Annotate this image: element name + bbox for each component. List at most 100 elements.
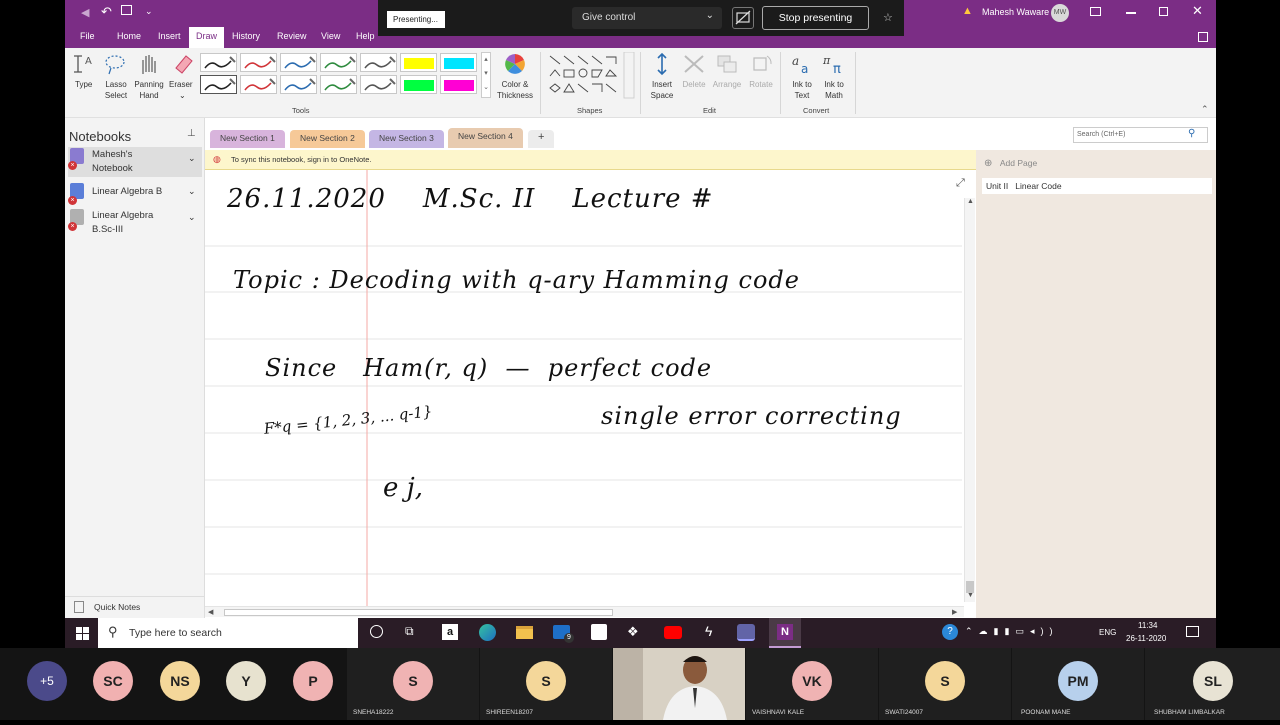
avatar[interactable]: P bbox=[293, 661, 333, 701]
scroll-right-icon[interactable]: ▶ bbox=[952, 608, 957, 616]
pen-10[interactable] bbox=[360, 75, 397, 94]
language-indicator[interactable]: ENG bbox=[1099, 628, 1116, 637]
participant-tile[interactable]: S SHIREEN18207 bbox=[480, 648, 612, 720]
eraser-dropdown-icon[interactable]: ⌄ bbox=[179, 90, 186, 101]
eraser-tool[interactable]: Eraser ⌄ bbox=[168, 52, 198, 104]
presenter-video[interactable] bbox=[613, 648, 745, 720]
dropbox-icon[interactable]: ❖ bbox=[627, 624, 639, 640]
highlighter-3[interactable] bbox=[400, 75, 437, 94]
stop-presenting-button[interactable]: Stop presenting bbox=[762, 6, 869, 30]
insert-space-button[interactable]: Insert Space bbox=[646, 52, 678, 104]
teams-icon[interactable] bbox=[737, 624, 755, 641]
color-thickness-button[interactable]: Color & Thickness bbox=[495, 52, 535, 104]
highlighter-1[interactable] bbox=[400, 53, 437, 72]
tab-new-section-1[interactable]: New Section 1 bbox=[210, 130, 285, 148]
tab-new-section-4[interactable]: New Section 4 bbox=[448, 128, 523, 148]
restore-icon[interactable] bbox=[1159, 7, 1168, 16]
avatar[interactable]: SC bbox=[93, 661, 133, 701]
sync-message[interactable]: To sync this notebook, sign in to OneNot… bbox=[231, 155, 372, 164]
menu-review[interactable]: Review bbox=[277, 31, 307, 41]
pin-pane-icon[interactable]: ⊥ bbox=[187, 128, 196, 139]
participant-tile[interactable]: S SWATI24007 bbox=[879, 648, 1011, 720]
screen-clip-icon[interactable] bbox=[121, 5, 132, 15]
avatar[interactable]: MW bbox=[1051, 4, 1069, 22]
notifications-icon[interactable] bbox=[1186, 626, 1199, 637]
chevron-down-icon[interactable]: ⌄ bbox=[188, 184, 196, 198]
participant-tile[interactable]: SL SHUBHAM LIMBALKAR bbox=[1145, 648, 1280, 720]
ink-to-text-button[interactable]: aa Ink to Text bbox=[786, 52, 818, 104]
taskbar-search-box[interactable]: ⚲ Type here to search bbox=[98, 618, 358, 648]
app-icon[interactable]: ϟ bbox=[705, 623, 712, 639]
minimize-icon[interactable] bbox=[1126, 12, 1136, 14]
horizontal-scrollbar[interactable]: ◀ ▶ bbox=[205, 606, 964, 617]
avatar[interactable]: Y bbox=[226, 661, 266, 701]
panning-hand-tool[interactable]: Panning Hand bbox=[132, 52, 166, 104]
menu-insert[interactable]: Insert bbox=[158, 31, 181, 41]
collapse-ribbon-icon[interactable]: ⌃ bbox=[1201, 104, 1209, 115]
back-icon[interactable]: ◀ bbox=[81, 6, 89, 19]
highlighter-2[interactable] bbox=[440, 53, 477, 72]
pen-4[interactable] bbox=[320, 53, 357, 72]
pen-1[interactable] bbox=[200, 53, 237, 72]
participant-tile[interactable]: VK VAISHNAVI KALE bbox=[746, 648, 878, 720]
menu-file[interactable]: File bbox=[80, 31, 95, 41]
menu-draw[interactable]: Draw bbox=[189, 27, 225, 48]
tab-new-section-2[interactable]: New Section 2 bbox=[290, 130, 365, 148]
highlighter-4[interactable] bbox=[440, 75, 477, 94]
display-options-icon[interactable] bbox=[1090, 7, 1101, 16]
cortana-icon[interactable] bbox=[370, 625, 383, 638]
add-page-button[interactable]: ⊕ Add Page bbox=[984, 153, 1037, 169]
notebook-item-linear-algebra-bsc[interactable]: × Linear Algebra B.Sc-III ⌄ bbox=[68, 208, 202, 238]
page-canvas[interactable]: 26.11.2020 M.Sc. II Lecture # Topic : De… bbox=[205, 170, 976, 618]
more-participants-button[interactable]: +5 bbox=[27, 661, 67, 701]
search-input[interactable]: Search (Ctrl+E) bbox=[1077, 131, 1125, 138]
shapes-gallery[interactable] bbox=[546, 51, 636, 100]
page-item[interactable]: Unit II Linear Code bbox=[982, 178, 1212, 194]
store-icon[interactable] bbox=[591, 624, 607, 640]
quick-access-dropdown-icon[interactable]: ⌄ bbox=[145, 6, 153, 17]
menu-view[interactable]: View bbox=[321, 31, 340, 41]
ink-to-math-button[interactable]: ππ Ink to Math bbox=[818, 52, 850, 104]
give-control-dropdown[interactable]: Give control ⌄ bbox=[572, 7, 722, 29]
pen-5[interactable] bbox=[360, 53, 397, 72]
youtube-icon[interactable] bbox=[664, 626, 682, 639]
undo-icon[interactable]: ↶ bbox=[101, 4, 112, 20]
tab-new-section-3[interactable]: New Section 3 bbox=[369, 130, 444, 148]
arrange-button[interactable]: Arrange bbox=[710, 52, 744, 104]
menu-history[interactable]: History bbox=[232, 31, 260, 41]
vertical-scrollbar[interactable]: ▲ ▼ bbox=[964, 198, 975, 602]
search-box[interactable]: Search (Ctrl+E) ⚲ bbox=[1073, 127, 1208, 143]
participant-tile[interactable]: S SNEHA18222 bbox=[347, 648, 479, 720]
pen-7[interactable] bbox=[240, 75, 277, 94]
add-section-button[interactable]: + bbox=[528, 130, 555, 148]
windows-start-icon[interactable] bbox=[76, 627, 89, 640]
file-explorer-icon[interactable] bbox=[516, 626, 533, 639]
screen-share-icon[interactable] bbox=[732, 7, 754, 29]
task-view-icon[interactable]: ⧉ bbox=[405, 624, 414, 639]
chevron-down-icon[interactable]: ⌄ bbox=[188, 210, 196, 224]
delete-button[interactable]: Delete bbox=[679, 52, 709, 104]
scroll-down-icon[interactable]: ▼ bbox=[967, 592, 974, 599]
avatar[interactable]: NS bbox=[160, 661, 200, 701]
quick-notes[interactable]: Quick Notes bbox=[65, 596, 204, 616]
pin-icon[interactable]: ☆ bbox=[883, 11, 893, 24]
notebook-item-linear-algebra-b[interactable]: × Linear Algebra B ⌄ bbox=[68, 182, 202, 205]
taskbar-search-input[interactable]: Type here to search bbox=[129, 627, 222, 639]
menu-help[interactable]: Help bbox=[356, 31, 375, 41]
tray-icons[interactable]: ⌃☁▮▮▭◂)) bbox=[965, 626, 1058, 637]
type-tool[interactable]: A Type bbox=[72, 52, 100, 92]
close-icon[interactable]: ✕ bbox=[1192, 3, 1203, 19]
clock-time[interactable]: 11:34 bbox=[1138, 621, 1157, 630]
search-icon[interactable]: ⚲ bbox=[1188, 128, 1195, 139]
pen-2[interactable] bbox=[240, 53, 277, 72]
amazon-icon[interactable]: a bbox=[442, 624, 458, 640]
lasso-select-tool[interactable]: Lasso Select bbox=[101, 52, 131, 104]
chevron-down-icon[interactable]: ⌄ bbox=[188, 151, 196, 165]
help-icon[interactable]: ? bbox=[942, 624, 958, 640]
pen-gallery-scroll[interactable]: ▴ ▾ ⌄ bbox=[481, 52, 491, 98]
rotate-button[interactable]: Rotate bbox=[745, 52, 777, 104]
scroll-left-icon[interactable]: ◀ bbox=[208, 608, 213, 616]
scroll-thumb[interactable] bbox=[224, 609, 613, 616]
notebook-item-maheshs[interactable]: × Mahesh's Notebook ⌄ bbox=[68, 147, 202, 177]
menu-home[interactable]: Home bbox=[117, 31, 141, 41]
